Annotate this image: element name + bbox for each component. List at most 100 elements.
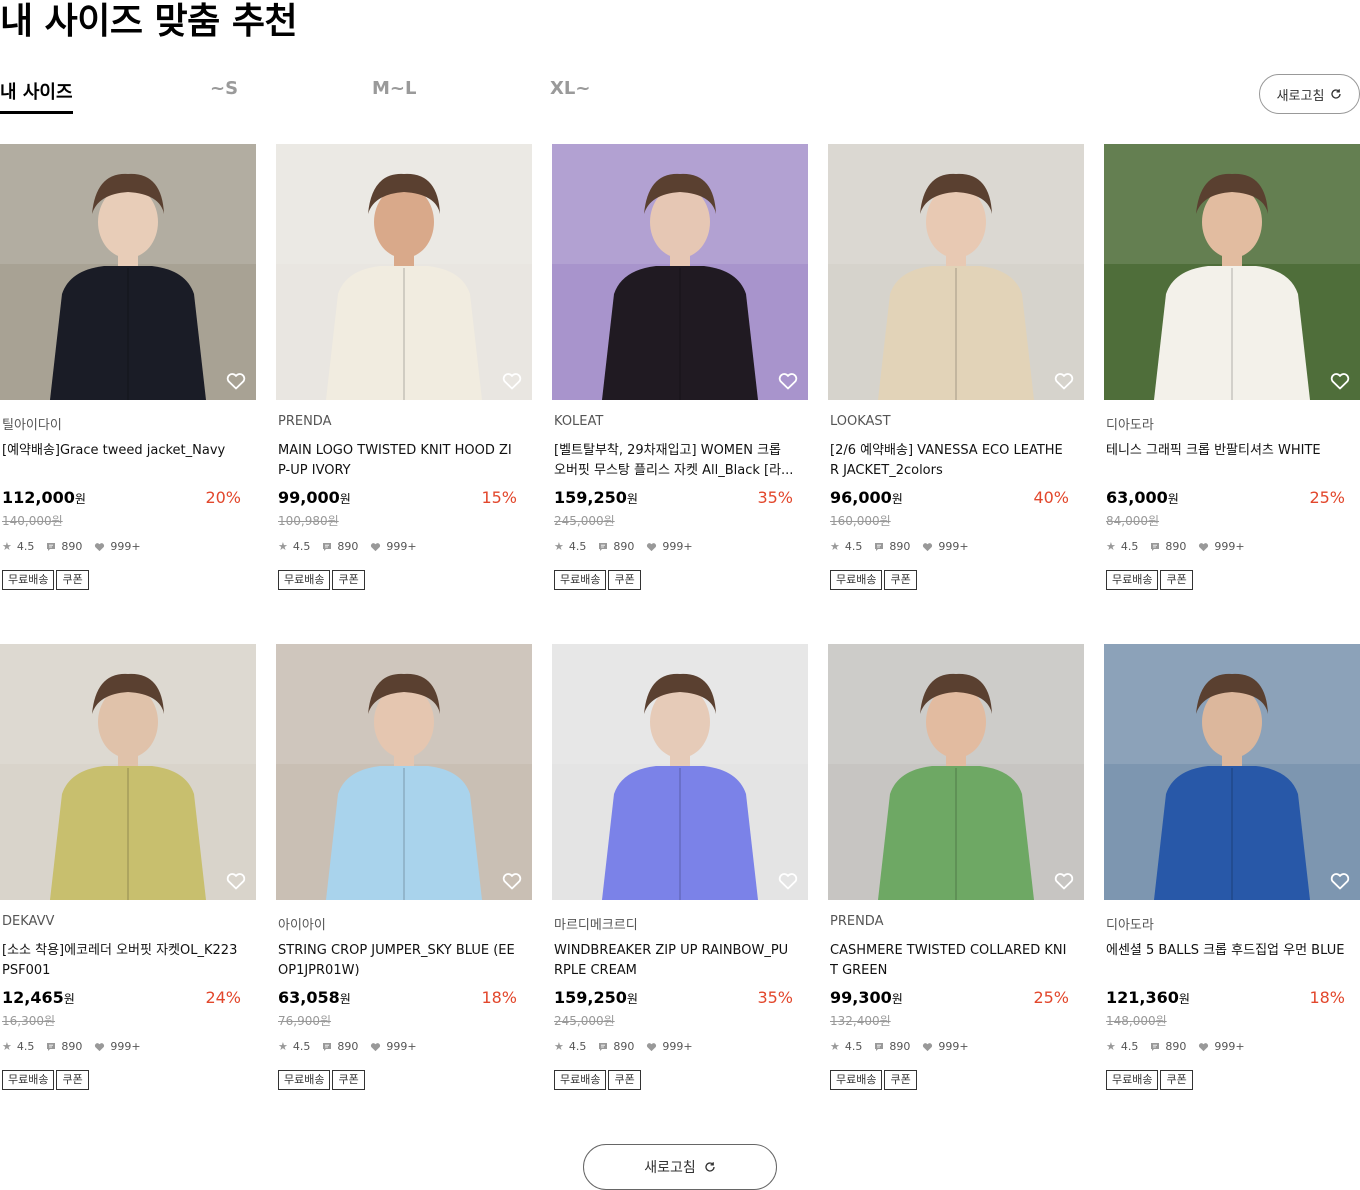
tab-my-size[interactable]: 내 사이즈 [0,78,73,114]
product-brand[interactable]: DEKAVV [2,914,54,929]
product-image[interactable] [552,644,808,900]
product-brand[interactable]: 디아도라 [1106,914,1154,933]
product-photo [0,144,256,400]
price-value: 99,000 [278,488,340,507]
tab-small[interactable]: ~S [210,78,238,114]
like-count: 999+ [938,540,969,553]
heart-icon[interactable] [502,872,522,890]
like-count: 999+ [386,1040,417,1053]
product-image[interactable] [552,144,808,400]
star-icon: ★ [2,540,12,553]
heart-icon[interactable] [502,372,522,390]
like-count: 999+ [110,540,141,553]
tab-medium-large[interactable]: M~L [372,78,416,114]
comment-icon [875,1042,884,1051]
heart-icon[interactable] [1054,872,1074,890]
product-price: 63,000원 [1106,488,1179,507]
product-card[interactable]: LOOKAST [2/6 예약배송] VANESSA ECO LEATHER J… [828,144,1084,604]
star-icon: ★ [554,1040,564,1053]
rating: 4.5 [292,540,311,553]
product-image[interactable] [276,644,532,900]
heart-icon[interactable] [778,872,798,890]
discount-rate: 18% [481,988,517,1007]
product-name[interactable]: WINDBREAKER ZIP UP RAINBOW_PURPLE CREAM [554,941,794,981]
badge-free-shipping: 무료배송 [2,1070,55,1090]
product-image[interactable] [276,144,532,400]
product-image[interactable] [1104,644,1360,900]
product-brand[interactable]: KOLEAT [554,414,603,429]
product-image[interactable] [1104,144,1360,400]
refresh-button-bottom[interactable]: 새로고침 [583,1144,777,1190]
product-name[interactable]: [예약배송]Grace tweed jacket_Navy [2,441,242,481]
badge-list: 무료배송 쿠폰 [830,1070,917,1090]
price-currency: 원 [63,992,75,1006]
heart-icon[interactable] [226,872,246,890]
heart-icon[interactable] [778,372,798,390]
product-photo [828,144,1084,400]
heart-icon[interactable] [226,372,246,390]
badge-free-shipping: 무료배송 [554,1070,607,1090]
product-price: 96,000원 [830,488,903,507]
product-name[interactable]: [2/6 예약배송] VANESSA ECO LEATHER JACKET_2c… [830,441,1070,481]
product-card[interactable]: PRENDA CASHMERE TWISTED COLLARED KNIT GR… [828,644,1084,1104]
product-price: 99,000원 [278,488,351,507]
product-brand[interactable]: PRENDA [830,914,884,929]
like-count: 999+ [110,1040,141,1053]
product-image[interactable] [0,144,256,400]
product-photo [0,644,256,900]
heart-icon[interactable] [1054,372,1074,390]
heart-small-icon [95,542,105,551]
review-count: 890 [61,1040,83,1053]
product-name[interactable]: STRING CROP JUMPER_SKY BLUE (EEOP1JPR01W… [278,941,518,981]
product-brand[interactable]: 틸아이다이 [2,414,62,433]
product-card[interactable]: 아이아이 STRING CROP JUMPER_SKY BLUE (EEOP1J… [276,644,532,1104]
heart-small-icon [1199,542,1209,551]
refresh-button-top[interactable]: 새로고침 [1259,74,1360,114]
comment-icon [599,1042,608,1051]
product-card[interactable]: 디아도라 에센셜 5 BALLS 크롭 후드집업 우먼 BLUE 121,360… [1104,644,1360,1104]
like-count: 999+ [662,540,693,553]
product-name[interactable]: 테니스 그래픽 크롭 반팔티셔츠 WHITE [1106,441,1346,481]
product-name[interactable]: [벨트탈부착, 29차재입고] WOMEN 크롭 오버핏 무스탕 플리스 자켓 … [554,441,794,481]
product-brand[interactable]: PRENDA [278,414,332,429]
product-name[interactable]: MAIN LOGO TWISTED KNIT HOOD ZIP-UP IVORY [278,441,518,481]
product-image[interactable] [828,644,1084,900]
product-price: 112,000원 [2,488,86,507]
product-stats: ★ 4.5 890 999+ [554,540,693,553]
product-brand[interactable]: LOOKAST [830,414,891,429]
heart-small-icon [923,1042,933,1051]
product-brand[interactable]: 디아도라 [1106,414,1154,433]
discount-rate: 18% [1309,988,1345,1007]
heart-small-icon [371,542,381,551]
badge-free-shipping: 무료배송 [1106,570,1159,590]
badge-coupon: 쿠폰 [884,570,917,590]
badge-list: 무료배송 쿠폰 [554,1070,641,1090]
tab-xl[interactable]: XL~ [550,78,590,114]
product-name[interactable]: 에센셜 5 BALLS 크롭 후드집업 우먼 BLUE [1106,941,1346,981]
product-card[interactable]: PRENDA MAIN LOGO TWISTED KNIT HOOD ZIP-U… [276,144,532,604]
product-card[interactable]: DEKAVV [소소 착용]에코레더 오버핏 자켓OL_K223PSF001 1… [0,644,256,1104]
original-price: 100,980원 [278,514,339,528]
price-value: 112,000 [2,488,75,507]
price-value: 63,000 [1106,488,1168,507]
heart-icon[interactable] [1330,872,1350,890]
product-card[interactable]: 디아도라 테니스 그래픽 크롭 반팔티셔츠 WHITE 63,000원 25% … [1104,144,1360,604]
product-image[interactable] [828,144,1084,400]
product-brand[interactable]: 아이아이 [278,914,326,933]
rating: 4.5 [1120,1040,1139,1053]
product-card[interactable]: 틸아이다이 [예약배송]Grace tweed jacket_Navy 112,… [0,144,256,604]
heart-icon[interactable] [1330,372,1350,390]
product-name[interactable]: [소소 착용]에코레더 오버핏 자켓OL_K223PSF001 [2,941,242,981]
comment-icon [47,1042,56,1051]
product-image[interactable] [0,644,256,900]
heart-small-icon [647,1042,657,1051]
discount-rate: 35% [757,488,793,507]
review-count: 890 [889,540,911,553]
review-count: 890 [889,1040,911,1053]
badge-free-shipping: 무료배송 [2,570,55,590]
product-name[interactable]: CASHMERE TWISTED COLLARED KNIT GREEN [830,941,1070,981]
product-card[interactable]: 마르디메크르디 WINDBREAKER ZIP UP RAINBOW_PURPL… [552,644,808,1104]
price-value: 12,465 [2,988,64,1007]
product-card[interactable]: KOLEAT [벨트탈부착, 29차재입고] WOMEN 크롭 오버핏 무스탕 … [552,144,808,604]
product-brand[interactable]: 마르디메크르디 [554,914,638,933]
